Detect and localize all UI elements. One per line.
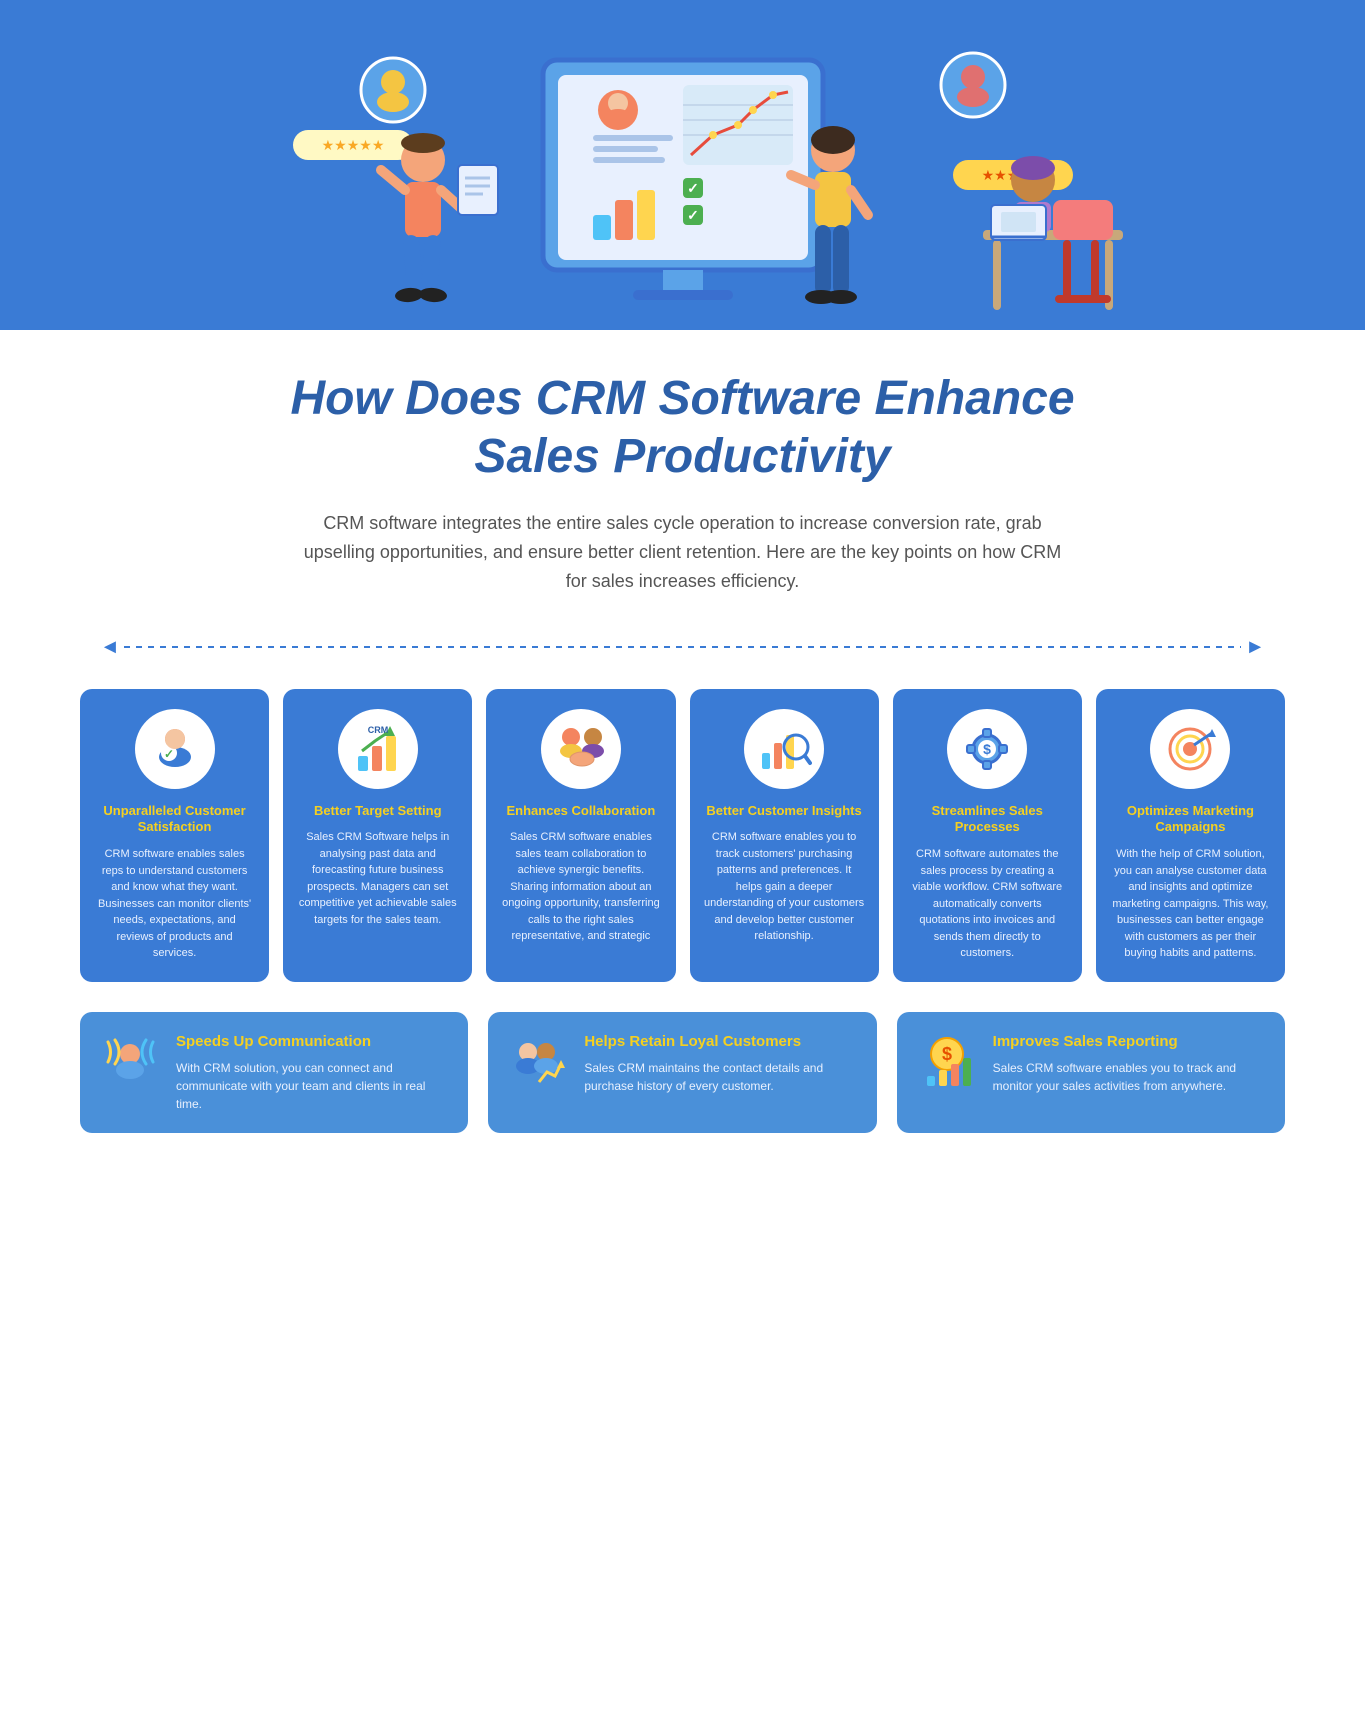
card-title-4: Better Customer Insights [706,803,861,820]
bottom-card-text-1: With CRM solution, you can connect and c… [176,1059,448,1113]
bottom-card-text-2: Sales CRM maintains the contact details … [584,1059,856,1095]
bottom-card-text-3: Sales CRM software enables you to track … [993,1059,1265,1095]
svg-text:✓: ✓ [687,207,699,223]
card-title-2: Better Target Setting [314,803,442,820]
bottom-icon-1 [100,1032,160,1092]
bottom-card-content-2: Helps Retain Loyal Customers Sales CRM m… [584,1032,856,1096]
bottom-card-title-3: Improves Sales Reporting [993,1032,1265,1052]
card-icon-1: ✓ [135,709,215,789]
card-text-4: CRM software enables you to track custom… [704,829,865,945]
bottom-icon-3: $ [917,1032,977,1092]
card-text-2: Sales CRM Software helps in analysing pa… [297,829,458,928]
card-icon-6 [1150,709,1230,789]
divider-line [124,646,1241,648]
bottom-card-title-1: Speeds Up Communication [176,1032,448,1052]
bottom-icon-2 [508,1032,568,1092]
bottom-card-retain: Helps Retain Loyal Customers Sales CRM m… [488,1012,876,1134]
card-title-6: Optimizes Marketing Campaigns [1110,803,1271,837]
bottom-card-content-3: Improves Sales Reporting Sales CRM softw… [993,1032,1265,1096]
card-icon-3 [541,709,621,789]
main-content: How Does CRM Software Enhance Sales Prod… [0,330,1365,1173]
card-icon-4 [744,709,824,789]
bottom-cards-row: Speeds Up Communication With CRM solutio… [80,1012,1285,1134]
bottom-card-content-1: Speeds Up Communication With CRM solutio… [176,1032,448,1114]
card-text-1: CRM software enables sales reps to under… [94,846,255,962]
svg-text:$: $ [983,741,991,757]
card-collaboration: Enhances Collaboration Sales CRM softwar… [486,689,675,982]
arrow-right-icon: ► [1245,636,1265,659]
card-text-6: With the help of CRM solution, you can a… [1110,846,1271,962]
card-title-3: Enhances Collaboration [507,803,656,820]
card-sales-processes: $ Streamlines Sales Processes CRM softwa… [893,689,1082,982]
bottom-card-title-2: Helps Retain Loyal Customers [584,1032,856,1052]
card-customer-satisfaction: ✓ Unparalleled Customer Satisfaction CRM… [80,689,269,982]
arrow-left-icon: ◄ [100,636,120,659]
card-title-5: Streamlines Sales Processes [907,803,1068,837]
card-title-1: Unparalleled Customer Satisfaction [94,803,255,837]
hero-illustration: ★★★★★ ★★★★★ [233,30,1133,330]
svg-text:$: $ [942,1044,952,1064]
hero-section: ★★★★★ ★★★★★ [0,0,1365,330]
bottom-card-reporting: $ Improves Sales Reporting Sales CRM sof… [897,1012,1285,1134]
card-icon-5: $ [947,709,1027,789]
card-text-5: CRM software automates the sales process… [907,846,1068,962]
card-target-setting: CRM Better Target Setting Sales CRM Soft… [283,689,472,982]
card-text-3: Sales CRM software enables sales team co… [500,829,661,945]
card-customer-insights: Better Customer Insights CRM software en… [690,689,879,982]
svg-text:✓: ✓ [687,180,699,196]
arrow-divider: ◄ ► [80,636,1285,659]
card-icon-2: CRM [338,709,418,789]
svg-text:✓: ✓ [164,747,174,761]
page-title: How Does CRM Software Enhance Sales Prod… [80,370,1285,485]
bottom-card-communication: Speeds Up Communication With CRM solutio… [80,1012,468,1134]
card-marketing: Optimizes Marketing Campaigns With the h… [1096,689,1285,982]
svg-text:★★★★★: ★★★★★ [321,137,384,153]
svg-text:CRM: CRM [367,725,388,735]
cards-grid: ✓ Unparalleled Customer Satisfaction CRM… [80,689,1285,982]
page-subtitle: CRM software integrates the entire sales… [303,509,1063,595]
